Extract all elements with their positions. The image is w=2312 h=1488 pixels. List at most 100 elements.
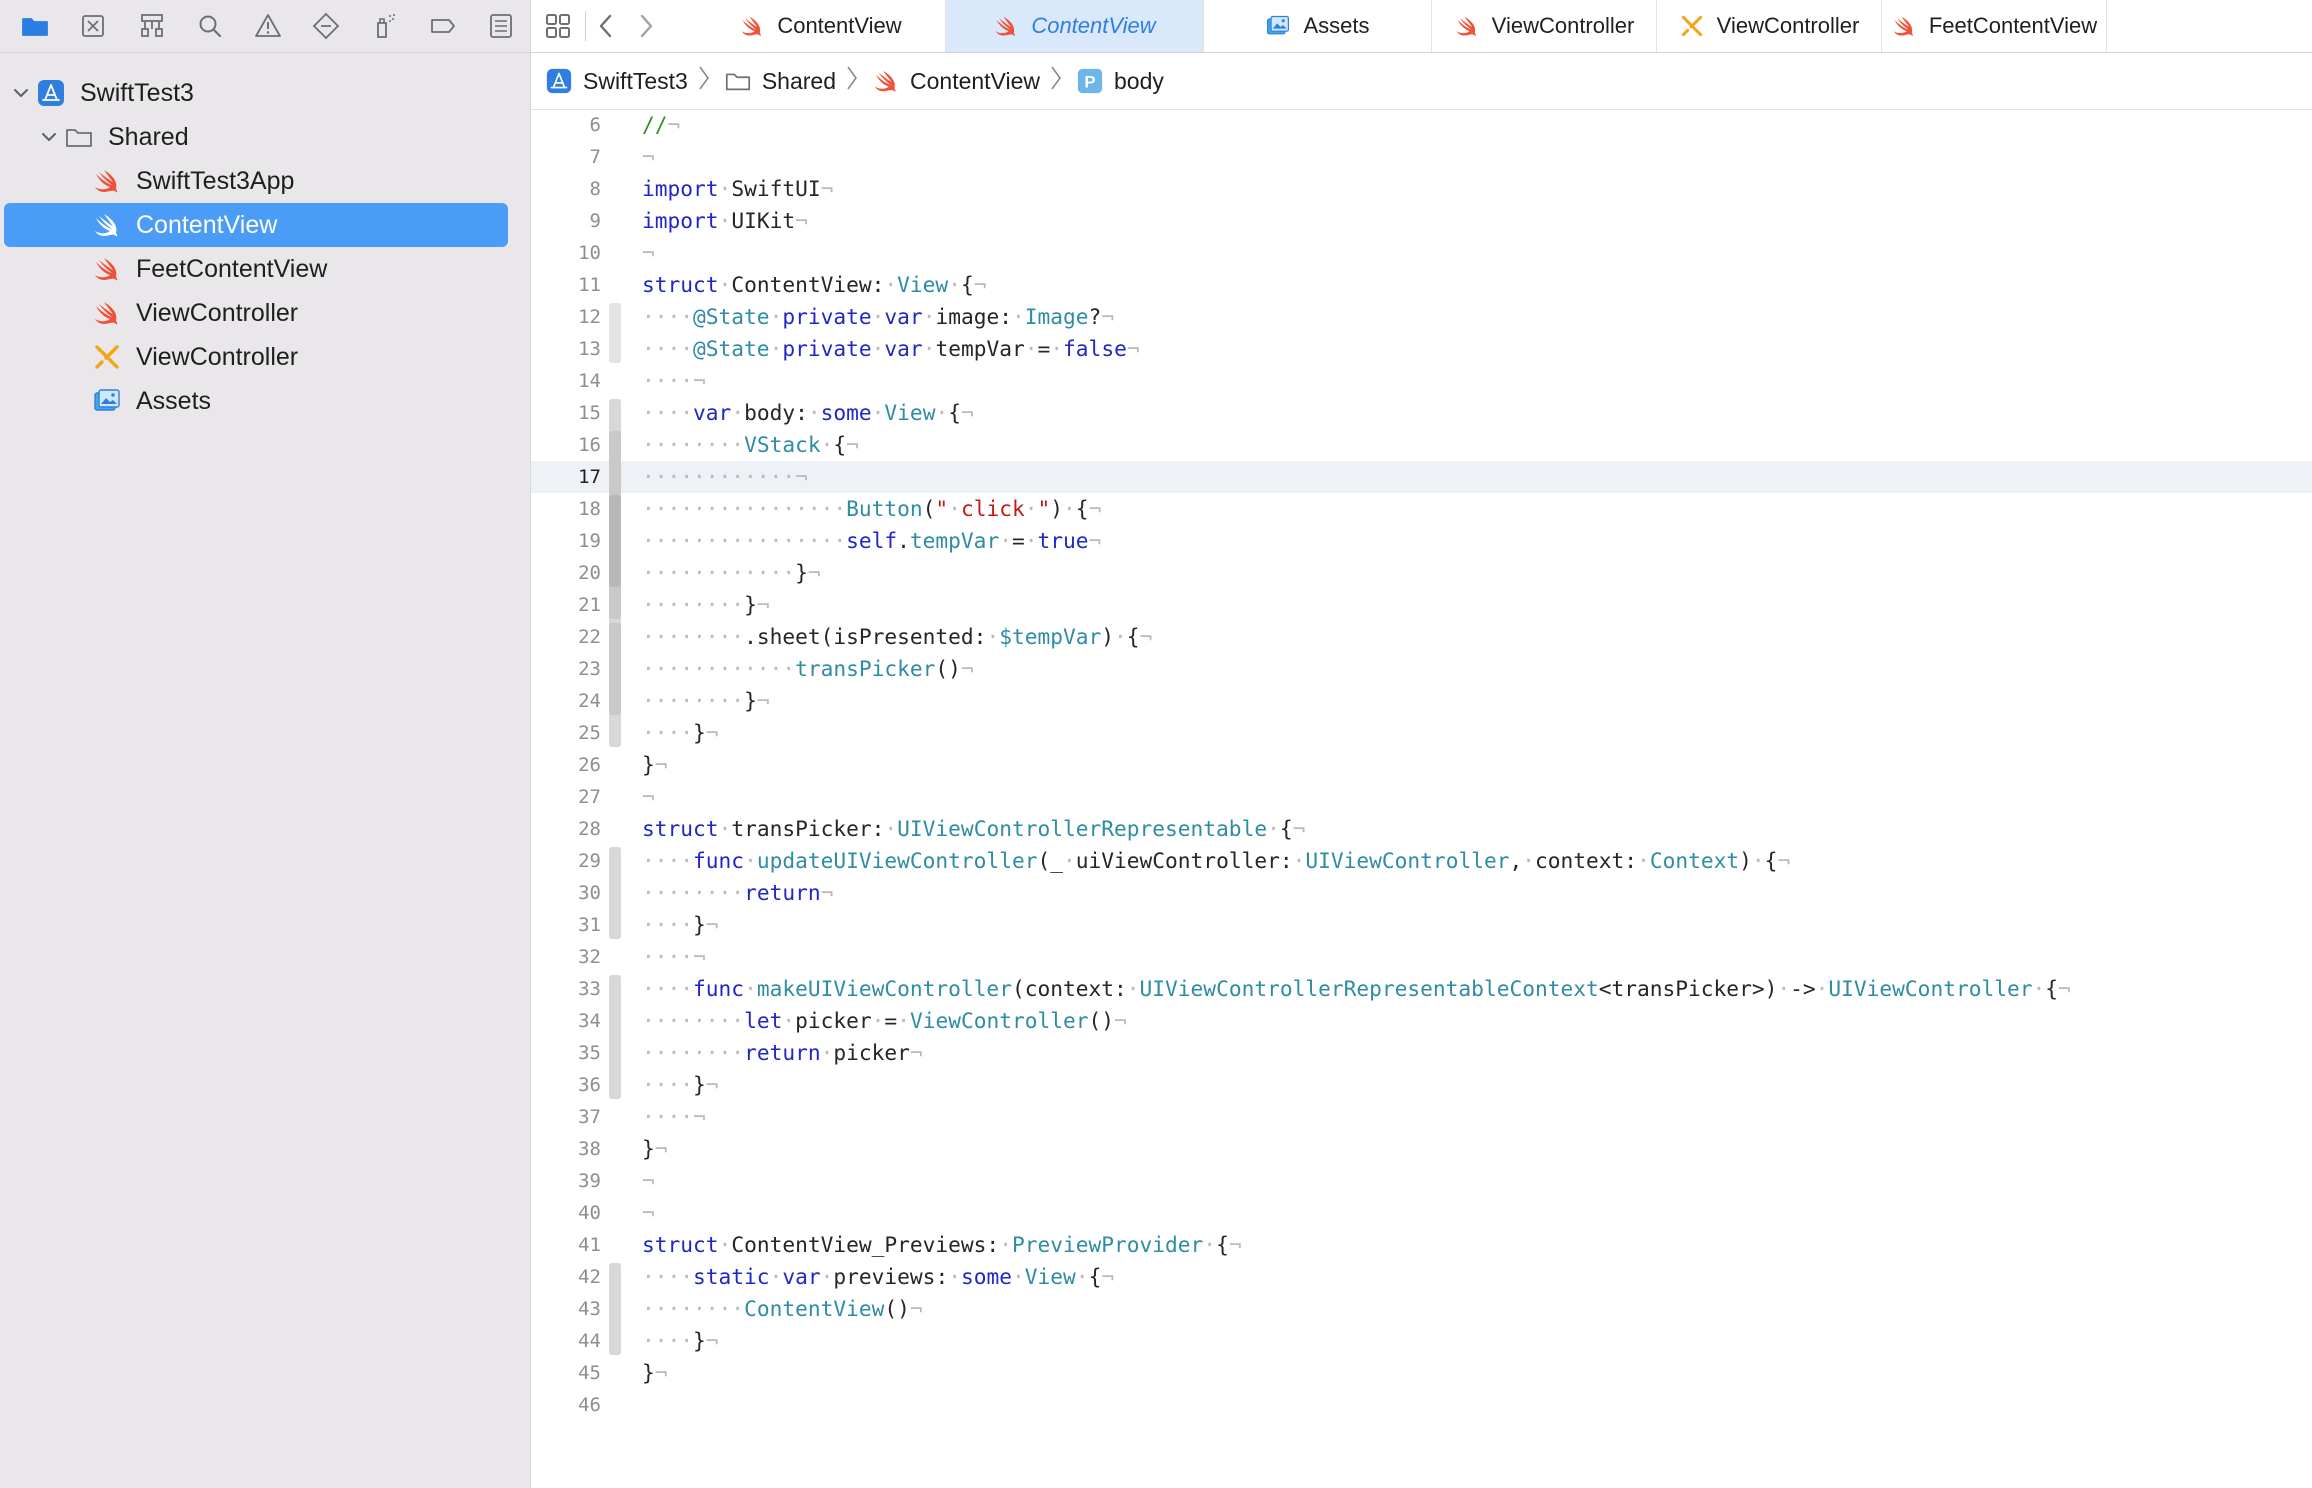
test-diamond-navigator-button[interactable]: [297, 0, 355, 52]
code-text: ············¬: [642, 464, 808, 489]
code-line[interactable]: 34 ········let·picker·=·ViewController()¬: [531, 1005, 2312, 1037]
code-line[interactable]: 10 ¬: [531, 237, 2312, 269]
code-line[interactable]: 37 ····¬: [531, 1101, 2312, 1133]
code-line[interactable]: 12 ····@State·private·var·image:·Image?¬: [531, 301, 2312, 333]
tab-viewcontroller[interactable]: ViewController: [1657, 0, 1882, 52]
tabs: ContentView ContentView Assets ViewControll…: [696, 0, 2107, 52]
code-line[interactable]: 6 //¬: [531, 109, 2312, 141]
code-line[interactable]: 25 ····}¬: [531, 717, 2312, 749]
tree-item[interactable]: ContentView: [4, 203, 508, 247]
project-tree: SwiftTest3 Shared SwiftTest3App ContentView…: [0, 53, 530, 423]
code-line[interactable]: 30 ········return¬: [531, 877, 2312, 909]
code-line[interactable]: 23 ············transPicker()¬: [531, 653, 2312, 685]
line-number: 39: [578, 1170, 601, 1192]
code-line[interactable]: 9 import·UIKit¬: [531, 205, 2312, 237]
source-control-navigator-button[interactable]: [64, 0, 122, 52]
code-line[interactable]: 16 ········VStack·{¬: [531, 429, 2312, 461]
code-line[interactable]: 18 ················Button("·click·")·{¬: [531, 493, 2312, 525]
code-folding-ribbon[interactable]: [609, 495, 621, 587]
code-line[interactable]: 39 ¬: [531, 1165, 2312, 1197]
report-list-navigator-button[interactable]: [472, 0, 530, 52]
code-text: ····@State·private·var·tempVar·=·false¬: [642, 336, 1140, 361]
tree-item-label: ContentView: [136, 210, 278, 239]
related-items-button[interactable]: [531, 0, 585, 52]
tree-item[interactable]: ViewController: [0, 291, 530, 335]
code-folding-ribbon[interactable]: [609, 623, 621, 715]
code-folding-ribbon[interactable]: [609, 975, 621, 1099]
search-navigator-button[interactable]: [181, 0, 239, 52]
swift-file-icon: [90, 296, 124, 330]
breadcrumb-label: Shared: [761, 67, 836, 94]
code-folding-ribbon[interactable]: [609, 303, 621, 363]
tree-item-label: SwiftTest3App: [136, 166, 295, 195]
code-line[interactable]: 11 struct·ContentView:·View·{¬: [531, 269, 2312, 301]
breakpoint-navigator-button[interactable]: [414, 0, 472, 52]
code-text: ¬: [642, 1168, 655, 1193]
code-line[interactable]: 15 ····var·body:·some·View·{¬: [531, 397, 2312, 429]
chevron-down-icon[interactable]: [36, 128, 62, 146]
code-line[interactable]: 13 ····@State·private·var·tempVar·=·false…: [531, 333, 2312, 365]
code-line[interactable]: 7 ¬: [531, 141, 2312, 173]
code-line[interactable]: 19 ················self.tempVar·=·true¬: [531, 525, 2312, 557]
code-line[interactable]: 17 ············¬: [531, 461, 2312, 493]
code-line[interactable]: 42 ····static·var·previews:·some·View·{¬: [531, 1261, 2312, 1293]
chevron-down-icon[interactable]: [8, 84, 34, 102]
code-text: ············transPicker()¬: [642, 656, 974, 681]
breadcrumb-item[interactable]: Shared: [724, 67, 836, 95]
tree-item[interactable]: Shared: [0, 115, 530, 159]
tab-contentview[interactable]: ContentView: [946, 0, 1204, 52]
code-line[interactable]: 32 ····¬: [531, 941, 2312, 973]
code-line[interactable]: 33 ····func·makeUIViewController(context:…: [531, 973, 2312, 1005]
code-line[interactable]: 28 struct·transPicker:·UIViewControllerRe…: [531, 813, 2312, 845]
tab-assets[interactable]: Assets: [1204, 0, 1432, 52]
code-line[interactable]: 29 ····func·updateUIViewController(_·uiVi…: [531, 845, 2312, 877]
back-button[interactable]: [586, 0, 626, 52]
code-folding-ribbon[interactable]: [609, 1263, 621, 1355]
code-text: }¬: [642, 1136, 668, 1161]
source-editor[interactable]: 6//¬ 7 ¬ 8 import·SwiftUI¬ 9 import·UIKit¬ 10 ¬ 1…: [531, 109, 2312, 1488]
code-text: ················self.tempVar·=·true¬: [642, 528, 1102, 553]
warning-navigator-button[interactable]: [239, 0, 297, 52]
debug-spray-navigator-button[interactable]: [355, 0, 413, 52]
code-line[interactable]: 40 ¬: [531, 1197, 2312, 1229]
tree-item[interactable]: Assets: [0, 379, 530, 423]
code-line[interactable]: 46: [531, 1389, 2312, 1421]
code-line[interactable]: 8 import·SwiftUI¬: [531, 173, 2312, 205]
source-control-icon: [78, 11, 108, 41]
code-line[interactable]: 44 ····}¬: [531, 1325, 2312, 1357]
code-line[interactable]: 41 struct·ContentView_Previews:·PreviewPr…: [531, 1229, 2312, 1261]
code-folding-ribbon[interactable]: [609, 847, 621, 939]
code-line[interactable]: 43 ········ContentView()¬: [531, 1293, 2312, 1325]
tree-item[interactable]: ViewController: [0, 335, 530, 379]
breadcrumb-item[interactable]: ContentView: [872, 67, 1040, 95]
tab-viewcontroller[interactable]: ViewController: [1432, 0, 1657, 52]
tab-contentview[interactable]: ContentView: [696, 0, 946, 52]
code-line[interactable]: 22 ········.sheet(isPresented:·$tempVar)·…: [531, 621, 2312, 653]
code-line[interactable]: 36 ····}¬: [531, 1069, 2312, 1101]
code-line[interactable]: 20 ············}¬: [531, 557, 2312, 589]
tree-item[interactable]: SwiftTest3App: [0, 159, 530, 203]
code-text: ············}¬: [642, 560, 821, 585]
code-line[interactable]: 24 ········}¬: [531, 685, 2312, 717]
line-number: 35: [578, 1042, 601, 1064]
code-line[interactable]: 38}¬: [531, 1133, 2312, 1165]
code-line[interactable]: 26}¬: [531, 749, 2312, 781]
tree-item[interactable]: SwiftTest3: [0, 71, 530, 115]
folder-navigator-button[interactable]: [6, 0, 64, 52]
code-line[interactable]: 45}¬: [531, 1357, 2312, 1389]
symbol-hierarchy-icon: [137, 11, 167, 41]
breadcrumb-item[interactable]: Pbody: [1076, 67, 1164, 95]
code-line[interactable]: 14 ····¬: [531, 365, 2312, 397]
code-line[interactable]: 27 ¬: [531, 781, 2312, 813]
code-line[interactable]: 35 ········return·picker¬: [531, 1037, 2312, 1069]
code-line[interactable]: 31 ····}¬: [531, 909, 2312, 941]
breadcrumb-item[interactable]: SwiftTest3: [545, 67, 688, 95]
code-line[interactable]: 21 ········}¬: [531, 589, 2312, 621]
tab-feetcontentview[interactable]: FeetContentView: [1882, 0, 2107, 52]
code-text: import·UIKit¬: [642, 208, 808, 233]
line-number: 24: [578, 690, 601, 712]
tree-item[interactable]: FeetContentView: [0, 247, 530, 291]
symbol-hierarchy-navigator-button[interactable]: [122, 0, 180, 52]
code-text: ····¬: [642, 944, 706, 969]
forward-button[interactable]: [626, 0, 666, 52]
